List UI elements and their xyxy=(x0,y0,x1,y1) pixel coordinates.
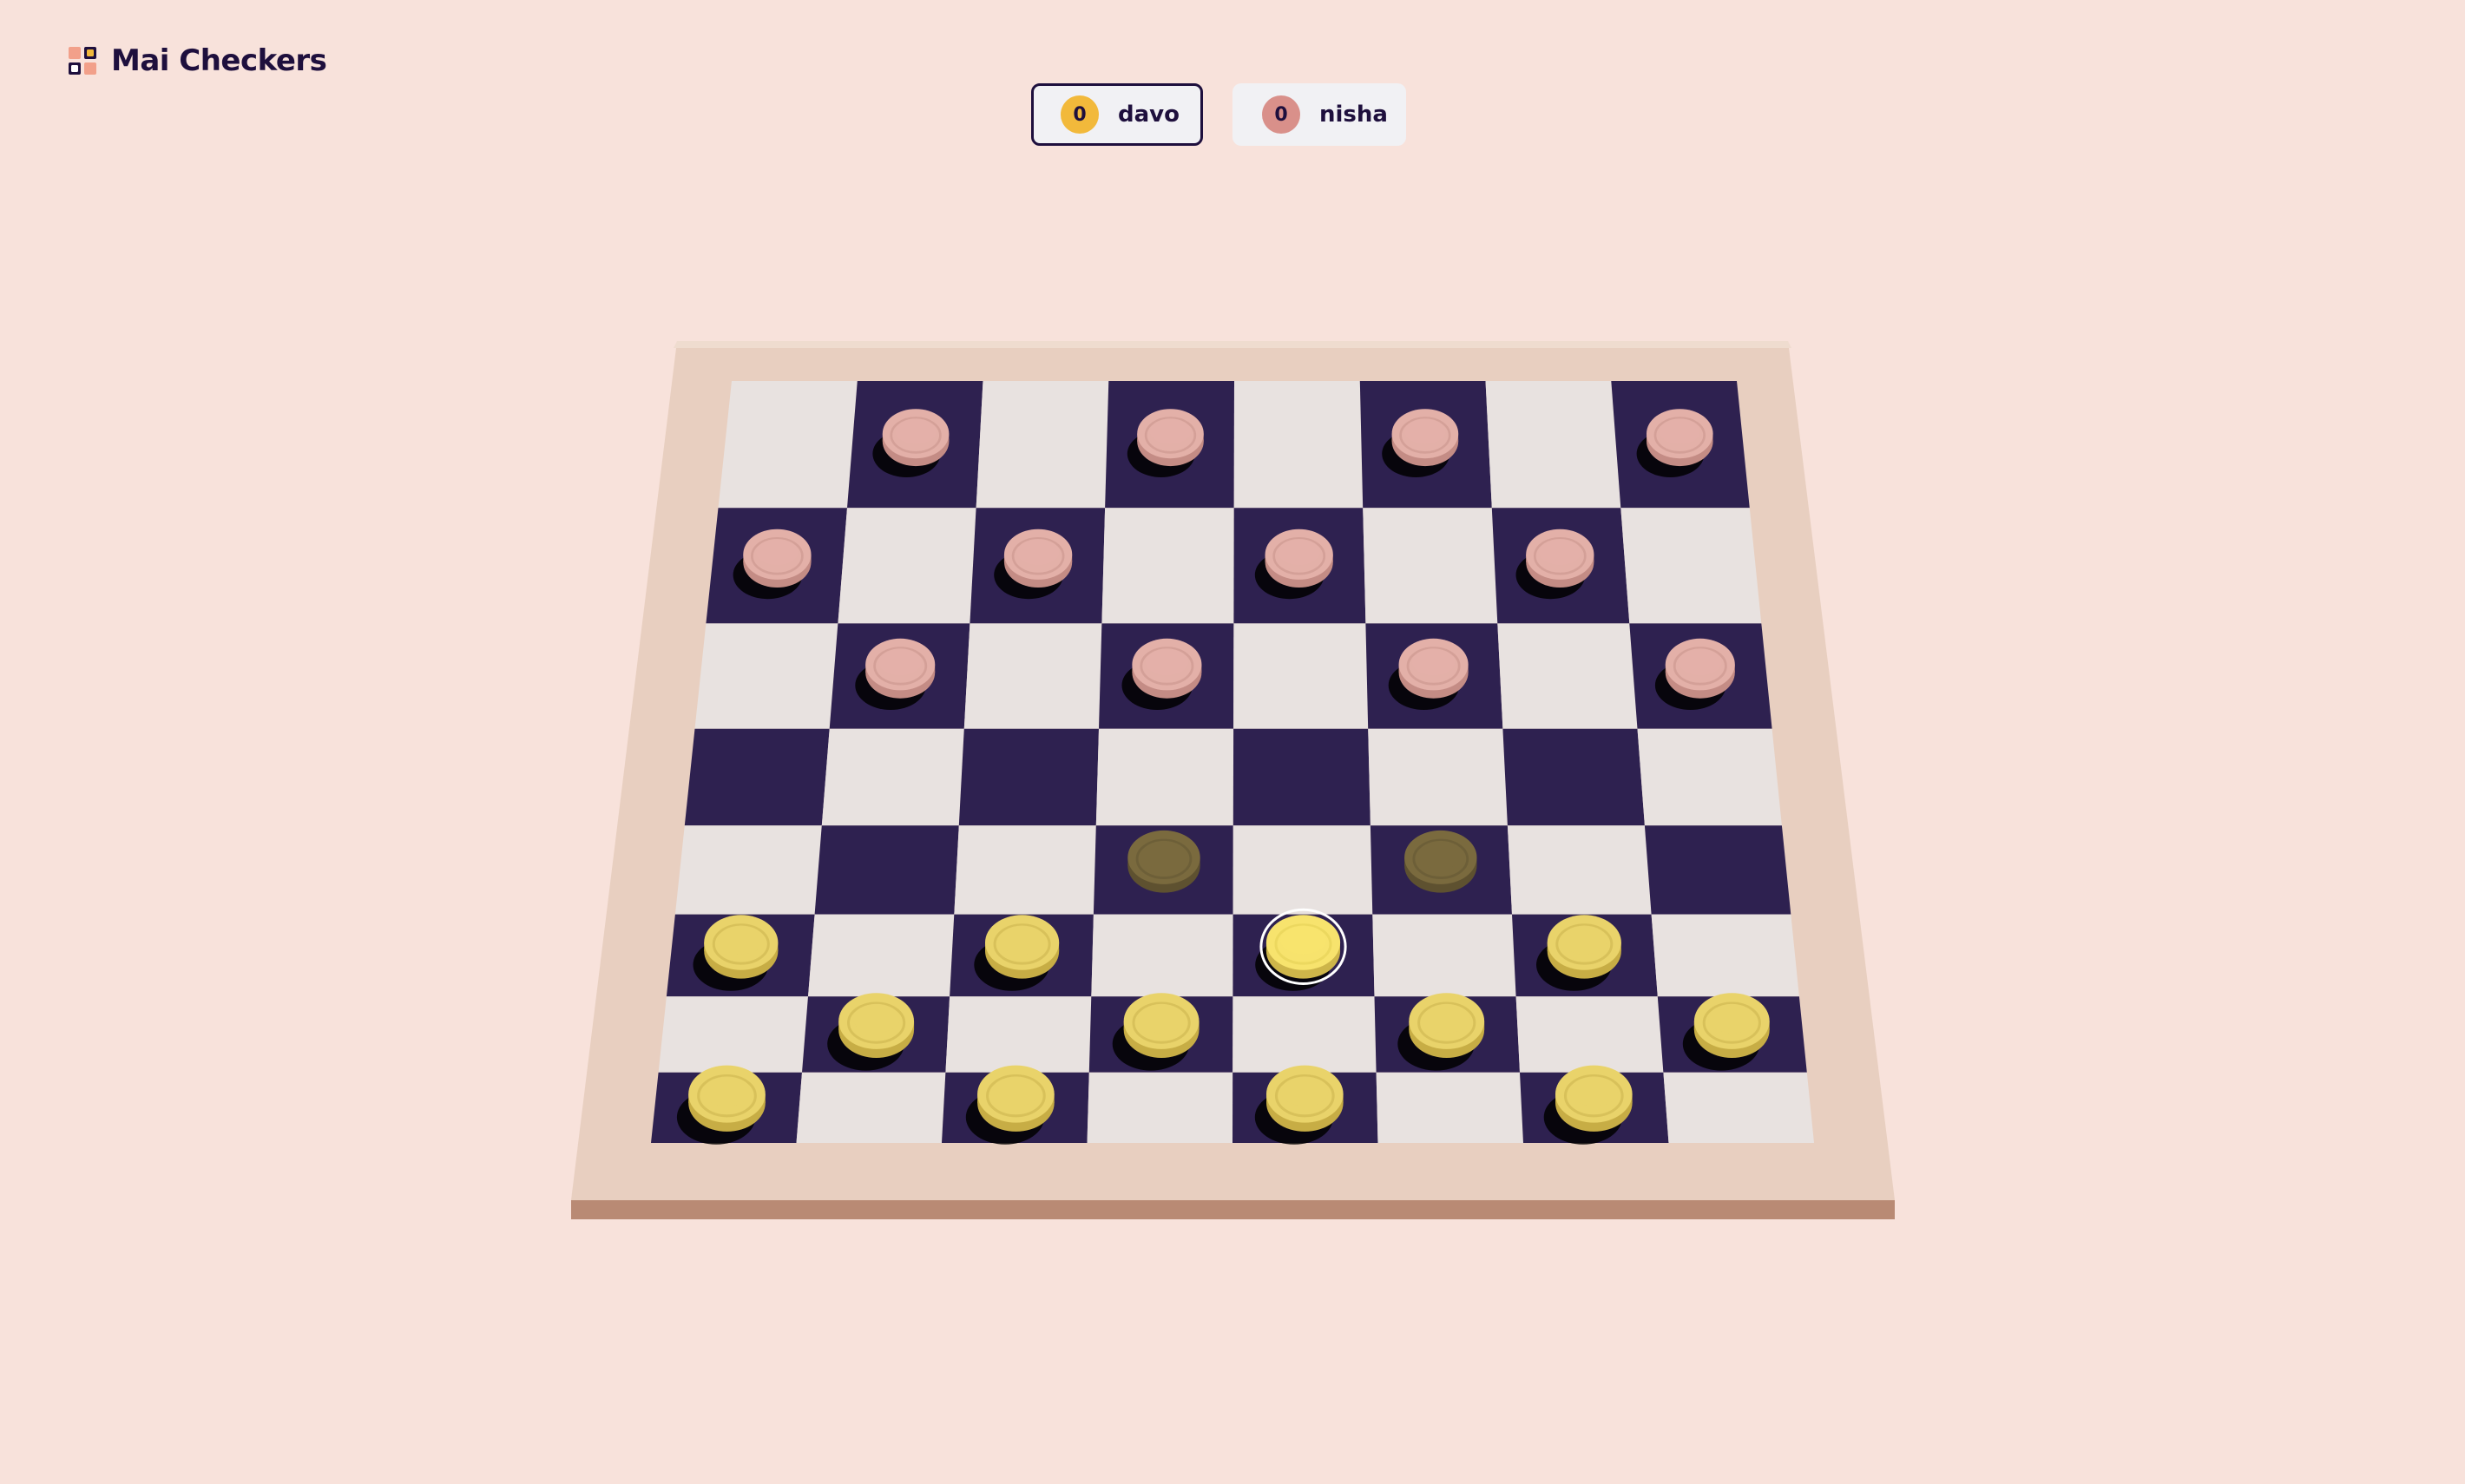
board-square-light[interactable] xyxy=(1233,381,1364,509)
board-square-dark[interactable] xyxy=(814,825,959,915)
board-square-light[interactable] xyxy=(808,914,955,997)
board-square-light[interactable] xyxy=(1485,381,1621,509)
game-board-area xyxy=(0,0,2465,1484)
checkers-board[interactable] xyxy=(0,0,2465,1484)
board-square-light[interactable] xyxy=(945,996,1092,1073)
board-frame-highlight xyxy=(674,341,1791,348)
board-square-light[interactable] xyxy=(1620,508,1762,624)
board-square-light[interactable] xyxy=(694,623,838,729)
board-frame-edge xyxy=(571,1200,1895,1219)
board-square-light[interactable] xyxy=(1233,623,1369,729)
board-square-light[interactable] xyxy=(1637,728,1782,826)
board-square-light[interactable] xyxy=(1651,914,1799,997)
board-square-light[interactable] xyxy=(1232,996,1377,1073)
board-square-light[interactable] xyxy=(821,728,964,826)
board-square-light[interactable] xyxy=(1095,728,1234,826)
board-square-light[interactable] xyxy=(954,825,1096,915)
board-square-light[interactable] xyxy=(1663,1072,1814,1143)
board-square-light[interactable] xyxy=(658,996,808,1073)
move-hint[interactable] xyxy=(1127,830,1200,893)
board-square-dark[interactable] xyxy=(958,728,1099,826)
board-square-light[interactable] xyxy=(838,508,976,624)
board-square-light[interactable] xyxy=(1087,1072,1233,1143)
board-square-light[interactable] xyxy=(1376,1072,1523,1143)
board-square-light[interactable] xyxy=(1363,508,1498,624)
board-square-dark[interactable] xyxy=(1502,728,1645,826)
move-hint[interactable] xyxy=(1404,830,1477,893)
board-square-dark[interactable] xyxy=(684,728,830,826)
board-square-light[interactable] xyxy=(796,1072,946,1143)
board-square-light[interactable] xyxy=(718,381,858,509)
board-square-dark[interactable] xyxy=(1232,728,1371,826)
board-square-light[interactable] xyxy=(674,825,822,915)
board-square-light[interactable] xyxy=(1497,623,1638,729)
board-square-light[interactable] xyxy=(1372,914,1516,997)
board-square-light[interactable] xyxy=(1232,825,1373,915)
board-square-light[interactable] xyxy=(976,381,1109,509)
board-square-light[interactable] xyxy=(1368,728,1508,826)
board-square-light[interactable] xyxy=(1515,996,1664,1073)
board-square-light[interactable] xyxy=(1091,914,1233,997)
board-square-light[interactable] xyxy=(963,623,1102,729)
board-square-dark[interactable] xyxy=(1644,825,1791,915)
board-square-light[interactable] xyxy=(1101,508,1234,624)
board-square-light[interactable] xyxy=(1507,825,1652,915)
